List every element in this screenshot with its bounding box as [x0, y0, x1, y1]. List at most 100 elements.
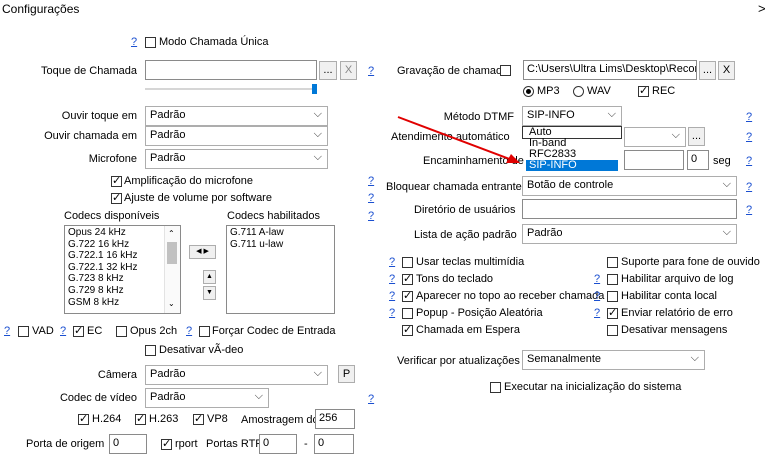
error-report-checkbox[interactable] — [607, 306, 618, 319]
camera-select[interactable]: Padrão ⌵ — [145, 365, 328, 385]
ringtone-input[interactable] — [145, 60, 317, 80]
sample-input[interactable]: 256 — [315, 409, 355, 429]
help-link[interactable]: ? — [594, 273, 600, 285]
move-codec-up-button[interactable]: ▲ — [203, 270, 216, 284]
help-link[interactable]: ? — [746, 131, 752, 143]
codecs-enabled-list[interactable]: G.711 A-law G.711 u-law — [226, 225, 335, 314]
auto-answer-browse-button[interactable]: ... — [688, 127, 705, 146]
codec-enabled-item[interactable]: G.711 A-law — [230, 227, 331, 239]
dtmf-select[interactable]: SIP-INFO ⌵ — [522, 106, 622, 126]
scrollbar[interactable]: ⌃ ⌄ — [164, 226, 180, 313]
scrollbar-thumb[interactable] — [167, 242, 177, 264]
mic-select[interactable]: Padrão ⌵ — [145, 149, 328, 169]
rtp-from-input[interactable]: 0 — [259, 434, 297, 454]
help-link[interactable]: ? — [389, 290, 395, 302]
help-link[interactable]: ? — [4, 325, 10, 337]
wav-radio[interactable] — [573, 86, 584, 97]
local-account-checkbox[interactable] — [607, 291, 618, 302]
ec-checkbox[interactable] — [73, 324, 84, 337]
rec-checkbox[interactable] — [638, 84, 649, 97]
recording-clear-button[interactable]: X — [718, 61, 735, 80]
help-link[interactable]: ? — [368, 65, 374, 77]
codec-available-item[interactable]: G.729 8 kHz — [68, 285, 177, 297]
sw-volume-checkbox[interactable] — [111, 191, 122, 204]
dtmf-dropdown-list[interactable]: Auto In-band RFC2833 SIP-INFO — [522, 126, 622, 171]
disable-messages-checkbox[interactable] — [607, 325, 618, 336]
vp8-checkbox[interactable] — [193, 412, 204, 425]
vad-checkbox[interactable] — [18, 326, 29, 337]
h264-checkbox[interactable] — [78, 412, 89, 425]
camera-preview-button[interactable]: P — [338, 365, 355, 383]
help-link[interactable]: ? — [746, 111, 752, 123]
help-link[interactable]: ? — [186, 325, 192, 337]
force-codec-checkbox[interactable] — [199, 326, 210, 337]
scroll-up-icon[interactable]: ⌃ — [168, 228, 175, 240]
mic-amp-checkbox[interactable] — [111, 174, 122, 187]
opus2ch-checkbox[interactable] — [116, 326, 127, 337]
codec-available-item[interactable]: G.722.1 16 kHz — [68, 250, 177, 262]
mp3-radio[interactable] — [523, 86, 534, 97]
ringtone-clear-button[interactable]: X — [340, 61, 357, 80]
help-link[interactable]: ? — [389, 256, 395, 268]
dtmf-option[interactable]: SIP-INFO — [526, 160, 618, 171]
keypad-tones-checkbox[interactable] — [402, 272, 413, 285]
rport-checkbox[interactable] — [161, 437, 172, 450]
recording-checkbox[interactable] — [500, 65, 511, 76]
run-startup-checkbox[interactable] — [490, 382, 501, 393]
check-updates-select[interactable]: Semanalmente ⌵ — [522, 350, 705, 370]
help-link[interactable]: ? — [368, 192, 374, 204]
move-codec-lr-button[interactable]: ◀ ▶ — [189, 245, 216, 259]
help-link[interactable]: ? — [60, 325, 66, 337]
auto-answer-select[interactable]: ⌵ — [624, 127, 686, 147]
dtmf-label: Método DTMF — [443, 111, 514, 123]
help-link[interactable]: ? — [594, 307, 600, 319]
popup-checkbox[interactable] — [402, 308, 413, 319]
codec-available-item[interactable]: Opus 24 kHz — [68, 227, 177, 239]
default-action-select[interactable]: Padrão ⌵ — [522, 224, 737, 244]
log-file-checkbox[interactable] — [607, 274, 618, 285]
user-dir-input[interactable] — [522, 199, 737, 219]
close-icon[interactable]: > — [758, 1, 766, 16]
single-call-checkbox[interactable] — [145, 37, 156, 48]
help-link[interactable]: ? — [389, 307, 395, 319]
volume-slider[interactable] — [145, 84, 317, 94]
help-link[interactable]: ? — [368, 175, 374, 187]
codec-available-item[interactable]: G.723 8 kHz — [68, 273, 177, 285]
codec-available-item[interactable]: G.722.1 32 kHz — [68, 262, 177, 274]
forwarding-seconds-input[interactable]: 0 — [687, 150, 709, 170]
hear-ring-select[interactable]: Padrão ⌵ — [145, 106, 328, 126]
codec-available-item[interactable]: GSM 8 kHz — [68, 297, 177, 309]
volume-slider-thumb[interactable] — [312, 84, 317, 94]
help-link[interactable]: ? — [389, 273, 395, 285]
ringtone-browse-button[interactable]: ... — [319, 61, 337, 80]
source-port-input[interactable]: 0 — [109, 434, 147, 454]
codec-available-item[interactable]: G.722 16 kHz — [68, 239, 177, 251]
h263-checkbox[interactable] — [135, 412, 146, 425]
mic-label: Microfone — [88, 153, 137, 165]
ringtone-label: Toque de Chamada — [40, 65, 137, 77]
on-top-checkbox[interactable] — [402, 289, 413, 302]
multimedia-keys-label: Usar teclas multimídia — [416, 256, 525, 268]
call-waiting-checkbox[interactable] — [402, 323, 413, 336]
help-link[interactable]: ? — [594, 290, 600, 302]
hear-call-select[interactable]: Padrão ⌵ — [145, 126, 328, 146]
forwarding-target-input[interactable] — [624, 150, 684, 170]
block-select[interactable]: Botão de controle ⌵ — [522, 176, 737, 196]
headset-checkbox[interactable] — [607, 257, 618, 268]
recording-browse-button[interactable]: ... — [699, 61, 716, 80]
multimedia-keys-checkbox[interactable] — [402, 257, 413, 268]
rtp-to-input[interactable]: 0 — [314, 434, 354, 454]
help-link[interactable]: ? — [368, 210, 374, 222]
scroll-down-icon[interactable]: ⌄ — [168, 298, 175, 310]
codecs-available-list[interactable]: Opus 24 kHz G.722 16 kHz G.722.1 16 kHz G.7… — [64, 225, 181, 314]
help-link[interactable]: ? — [746, 181, 752, 193]
help-link[interactable]: ? — [131, 36, 137, 48]
disable-video-checkbox[interactable] — [145, 345, 156, 356]
help-link[interactable]: ? — [746, 204, 752, 216]
help-link[interactable]: ? — [368, 393, 374, 405]
move-codec-down-button[interactable]: ▼ — [203, 286, 216, 300]
codec-enabled-item[interactable]: G.711 u-law — [230, 239, 331, 251]
recording-path-input[interactable]: C:\Users\Ultra Lims\Desktop\Recordi — [523, 60, 697, 80]
video-codec-select[interactable]: Padrão ⌵ — [145, 388, 269, 408]
help-link[interactable]: ? — [746, 155, 752, 167]
